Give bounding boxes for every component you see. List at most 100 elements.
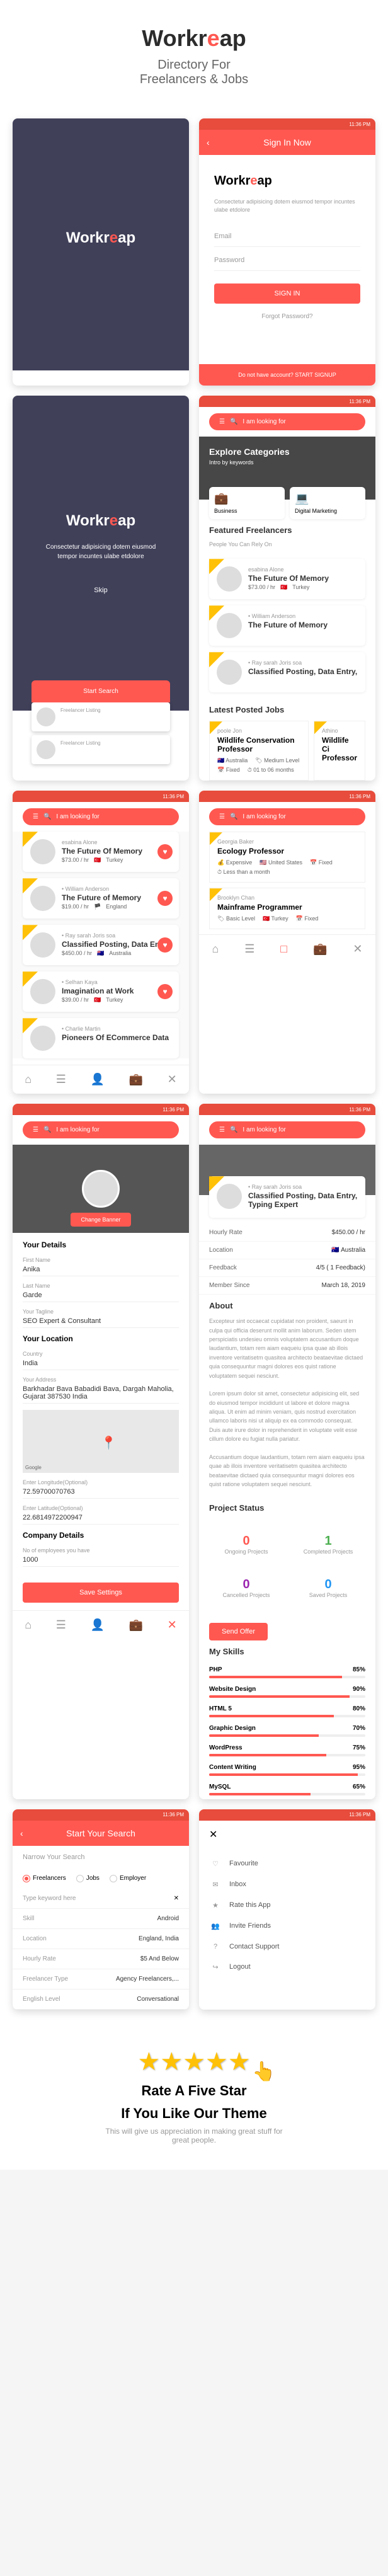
filter-english[interactable]: English LevelConversational: [13, 1989, 189, 2010]
freelancer-card[interactable]: • Charlie MartinPioneers Of ECommerce Da…: [23, 1018, 179, 1058]
search-bar[interactable]: ☰🔍I am looking for: [209, 1121, 365, 1138]
filter-rate[interactable]: Hourly Rate$5 And Below: [13, 1949, 189, 1969]
rating-title-1: Rate A Five Star: [13, 2083, 375, 2099]
job-card[interactable]: poole JonWildlife Conservation Professor…: [209, 721, 309, 781]
freelancer-card[interactable]: esabina AloneThe Future Of Memory$73.00 …: [23, 832, 179, 872]
screen-menu: 11:36 PM ✕ ♡Favourite ✉Inbox ★Rate this …: [199, 1809, 375, 2010]
signup-footer[interactable]: Do not have account? START SIGNUP: [199, 364, 375, 386]
save-settings-button[interactable]: Save Settings: [23, 1583, 179, 1603]
nav-bag-icon[interactable]: 💼: [313, 942, 327, 956]
screen-explore: 11:36 PM ☰🔍I am looking for Explore Cate…: [199, 396, 375, 781]
skill-row: Graphic Design70%: [199, 1721, 375, 1741]
category-business[interactable]: 💼Business: [209, 487, 285, 519]
last-name-field[interactable]: Garde: [23, 1289, 179, 1302]
job-card[interactable]: Georgia BakerEcology Professor💰 Expensiv…: [209, 832, 365, 883]
map-pin-icon: 📍: [101, 1435, 117, 1451]
menu-icon[interactable]: ☰: [219, 418, 225, 425]
nav-bag-icon[interactable]: 💼: [129, 1073, 143, 1086]
menu-favourite[interactable]: ♡Favourite: [199, 1853, 375, 1874]
signin-button[interactable]: SIGN IN: [214, 283, 360, 304]
menu-logout[interactable]: ↪Logout: [199, 1957, 375, 1978]
employees-field[interactable]: 1000: [23, 1554, 179, 1567]
nav-settings-icon[interactable]: ✕: [353, 942, 362, 956]
heart-icon[interactable]: ♥: [157, 937, 173, 953]
nav-home-icon[interactable]: ⌂: [212, 942, 219, 956]
freelancer-card[interactable]: • William AndersonThe Future of Memory$1…: [23, 878, 179, 919]
send-offer-button[interactable]: Send Offer: [209, 1623, 268, 1640]
nav-home-icon[interactable]: ⌂: [25, 1073, 31, 1086]
rating-section: ★★★★★ 👆 Rate A Five Star If You Like Our…: [0, 2022, 388, 2170]
freelancer-card[interactable]: • Selhan KayaImagination at Work$39.00 /…: [23, 971, 179, 1012]
status-bar: 11:36 PM: [199, 791, 375, 802]
heart-icon[interactable]: ♥: [157, 844, 173, 859]
latitude-field[interactable]: 22.6814972200947: [23, 1511, 179, 1525]
job-card[interactable]: AthinoWildlife Ci Professor: [314, 721, 365, 781]
radio-employer[interactable]: Employer: [110, 1875, 146, 1882]
keyword-field[interactable]: Type keyword here: [23, 1895, 76, 1902]
password-field[interactable]: Password: [214, 250, 360, 271]
users-icon: 👥: [209, 1922, 222, 1930]
bottom-nav: ⌂ ☰ 👤 💼 ✕: [13, 1610, 189, 1639]
first-name-field[interactable]: Anika: [23, 1263, 179, 1276]
job-card[interactable]: Brooklyn ChanMainframe Programmer🏷 Basic…: [209, 888, 365, 929]
menu-invite[interactable]: 👥Invite Friends: [199, 1916, 375, 1937]
menu-icon[interactable]: ☰: [219, 1126, 225, 1133]
nav-list-icon[interactable]: ☰: [56, 1618, 66, 1632]
nav-settings-icon[interactable]: ✕: [168, 1618, 177, 1632]
filter-type[interactable]: Freelancer TypeAgency Freelancers,...: [13, 1969, 189, 1989]
nav-list-icon[interactable]: ☰: [244, 942, 254, 956]
radio-freelancers[interactable]: Freelancers: [23, 1875, 66, 1882]
country-field[interactable]: India: [23, 1357, 179, 1370]
menu-support[interactable]: ?Contact Support: [199, 1937, 375, 1957]
screen-search-filter: 11:36 PM ‹Start Your Search Narrow Your …: [13, 1809, 189, 2010]
signin-header: ‹Sign In Now: [199, 130, 375, 155]
menu-icon[interactable]: ☰: [33, 1126, 38, 1133]
search-icon: 🔍: [230, 1126, 237, 1133]
overlay-card-1: Freelancer Listing: [31, 702, 170, 731]
radio-jobs[interactable]: Jobs: [76, 1875, 100, 1882]
search-bar[interactable]: ☰🔍I am looking for: [209, 808, 365, 825]
freelancer-card[interactable]: esabina AloneThe Future Of Memory$73.00 …: [209, 559, 365, 599]
filter-location[interactable]: LocationEngland, India: [13, 1929, 189, 1949]
heart-icon[interactable]: ♥: [157, 984, 173, 999]
nav-home-icon[interactable]: ⌂: [25, 1618, 31, 1632]
menu-close[interactable]: ✕: [199, 1821, 375, 1848]
bottom-nav: ⌂ ☰ □ 💼 ✕: [199, 934, 375, 963]
avatar[interactable]: [82, 1170, 120, 1208]
freelancer-card[interactable]: • Ray sarah Joris soaClassified Posting,…: [209, 652, 365, 692]
nav-list-icon[interactable]: ☰: [56, 1073, 66, 1086]
nav-profile-icon[interactable]: □: [280, 942, 287, 956]
nav-bag-icon[interactable]: 💼: [129, 1618, 143, 1632]
menu-rate[interactable]: ★Rate this App: [199, 1895, 375, 1916]
bottom-nav: ⌂ ☰ 👤 💼 ✕: [13, 1065, 189, 1094]
menu-icon[interactable]: ☰: [33, 813, 38, 820]
onboard-desc: Consectetur adipisicing dotem eiusmod te…: [38, 542, 164, 561]
overlay-card-2: Freelancer Listing: [31, 735, 170, 764]
tagline-field[interactable]: SEO Expert & Consultant: [23, 1315, 179, 1328]
clear-icon[interactable]: ✕: [174, 1895, 179, 1902]
heart-icon[interactable]: ♥: [157, 891, 173, 906]
profile-banner: Change Banner: [13, 1145, 189, 1233]
menu-inbox[interactable]: ✉Inbox: [199, 1874, 375, 1895]
search-bar[interactable]: ☰🔍I am looking for: [23, 808, 179, 825]
skip-link[interactable]: Skip: [94, 587, 107, 594]
search-bar[interactable]: ☰🔍I am looking for: [23, 1121, 179, 1138]
email-field[interactable]: Email: [214, 226, 360, 247]
filter-skill[interactable]: SkillAndroid: [13, 1909, 189, 1929]
freelancer-card[interactable]: • Ray sarah Joris soaClassified Posting,…: [23, 925, 179, 965]
search-bar[interactable]: ☰🔍I am looking for: [209, 413, 365, 430]
forgot-password-link[interactable]: Forgot Password?: [214, 313, 360, 320]
nav-settings-icon[interactable]: ✕: [168, 1073, 177, 1086]
nav-profile-icon[interactable]: 👤: [91, 1618, 105, 1632]
back-icon[interactable]: ‹: [207, 137, 210, 147]
change-banner-button[interactable]: Change Banner: [71, 1213, 130, 1227]
address-field[interactable]: Barkhadar Bava Babadidi Bava, Dargah Mah…: [23, 1383, 179, 1404]
longitude-field[interactable]: 72.59700070763: [23, 1485, 179, 1499]
menu-icon[interactable]: ☰: [219, 813, 225, 820]
category-digital-marketing[interactable]: 💻Digital Marketing: [290, 487, 365, 519]
back-icon[interactable]: ‹: [20, 1828, 23, 1838]
skill-row: Content Writing95%: [199, 1760, 375, 1780]
nav-profile-icon[interactable]: 👤: [91, 1073, 105, 1086]
freelancer-card[interactable]: • William AndersonThe Future of Memory: [209, 605, 365, 646]
map[interactable]: 📍Google: [23, 1410, 179, 1473]
